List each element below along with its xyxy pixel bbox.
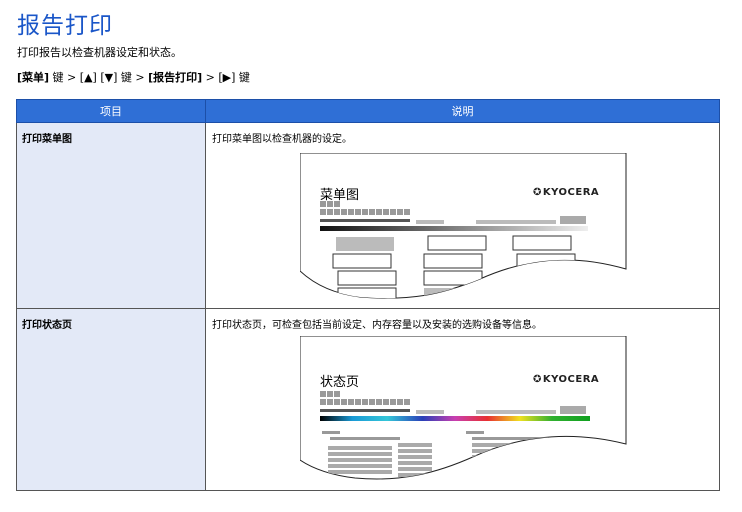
up-arrow-icon: ▲ [84, 71, 93, 84]
menu-map-sample-illustration: 菜单图 ✪KYOCERA [300, 153, 630, 305]
kyocera-logo-text: KYOCERA [542, 374, 600, 385]
header-explanation: 说明 [205, 99, 720, 123]
menu-key: [菜单] [17, 71, 50, 84]
right-arrow-icon: ▶ [222, 71, 232, 84]
item-print-status-page: 打印状态页 [16, 308, 206, 491]
item-print-menu-map: 打印菜单图 [16, 122, 206, 309]
path-text-3: ] 键 > [113, 71, 149, 84]
kyocera-logo-icon: ✪ [533, 374, 542, 385]
navigation-path: [菜单] 键 > [▲] [▼] 键 > [报告打印] > [▶] 键 [17, 69, 250, 85]
path-text-1: 键 > [ [49, 71, 85, 84]
path-text-5: ] 键 [231, 71, 250, 84]
status-page-sample-illustration: 状态页 ✪KYOCERA [300, 336, 630, 486]
explanation-text: 打印状态页，可检查包括当前设定、内存容量以及安装的选购设备等信息。 [212, 320, 542, 331]
menu-map-sample-title: 菜单图 [320, 188, 360, 203]
table-header-row: 项目 说明 [16, 99, 720, 123]
kyocera-logo: ✪KYOCERA [533, 374, 599, 385]
report-table: 项目 说明 打印菜单图 打印菜单图以检查机器的设定。 菜单图 ✪KYOCERA … [16, 99, 720, 491]
page-title: 报告打印 [17, 13, 113, 39]
table-row: 打印菜单图 打印菜单图以检查机器的设定。 菜单图 ✪KYOCERA [16, 122, 720, 309]
header-item: 项目 [16, 99, 206, 123]
kyocera-logo-icon: ✪ [533, 187, 542, 198]
explanation-cell: 打印菜单图以检查机器的设定。 菜单图 ✪KYOCERA [205, 122, 720, 309]
explanation-text: 打印菜单图以检查机器的设定。 [212, 134, 352, 145]
table-row: 打印状态页 打印状态页，可检查包括当前设定、内存容量以及安装的选购设备等信息。 [16, 308, 720, 491]
kyocera-logo-text: KYOCERA [542, 187, 600, 198]
page-description: 打印报告以检查机器设定和状态。 [17, 46, 182, 59]
kyocera-logo: ✪KYOCERA [533, 187, 599, 198]
status-page-sample-title: 状态页 [320, 375, 360, 390]
explanation-cell: 打印状态页，可检查包括当前设定、内存容量以及安装的选购设备等信息。 状态页 ✪K… [205, 308, 720, 491]
path-text-2: ] [ [92, 71, 105, 84]
report-print-key: [报告打印] [148, 71, 203, 84]
path-text-4: > [ [202, 71, 223, 84]
down-arrow-icon: ▼ [104, 71, 114, 84]
